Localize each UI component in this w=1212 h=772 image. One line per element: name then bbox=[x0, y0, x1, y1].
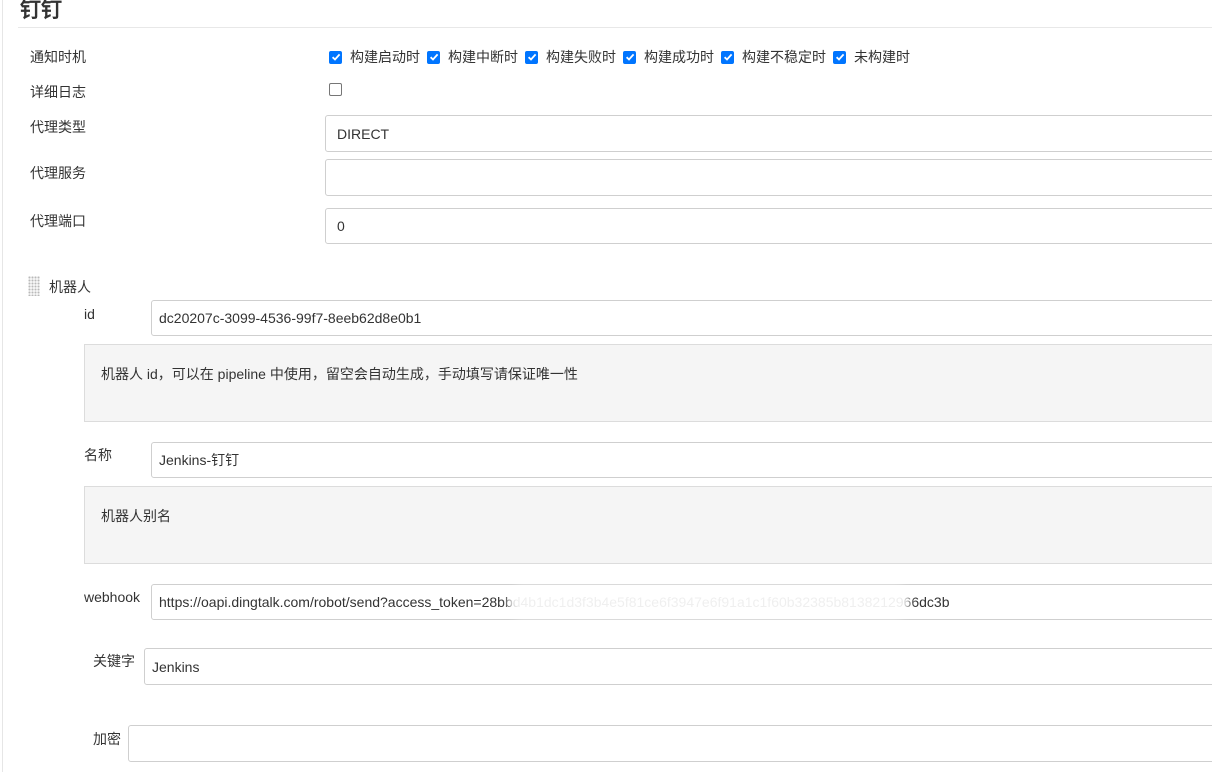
proxy-server-input[interactable] bbox=[325, 159, 1212, 196]
proxy-port-value: 0 bbox=[337, 218, 345, 234]
notify-option-build-start[interactable]: 构建启动时 bbox=[329, 47, 420, 67]
notify-option-build-failed[interactable]: 构建失败时 bbox=[525, 47, 616, 67]
proxy-type-select[interactable]: DIRECT bbox=[325, 115, 1212, 152]
robot-id-input[interactable]: dc20207c-3099-4536-99f7-8eeb62d8e0b1 bbox=[151, 300, 1212, 336]
robot-name-help-text: 机器人别名 bbox=[101, 508, 171, 524]
notify-option-build-aborted[interactable]: 构建中断时 bbox=[427, 47, 518, 67]
checkbox-label: 构建不稳定时 bbox=[742, 49, 826, 65]
webhook-label: webhook bbox=[84, 589, 141, 605]
checkbox-build-start[interactable] bbox=[329, 50, 342, 64]
drag-handle-icon[interactable] bbox=[28, 276, 40, 296]
notify-timing-options: 构建启动时 构建中断时 构建失败时 构建成功时 构建不稳定时 未构建时 bbox=[329, 47, 917, 67]
robot-heading: 机器人 bbox=[49, 279, 91, 295]
checkmark-icon bbox=[835, 53, 844, 61]
checkmark-icon bbox=[723, 53, 732, 61]
checkbox-label: 未构建时 bbox=[854, 49, 910, 65]
checkbox-build-failed[interactable] bbox=[525, 50, 538, 64]
robot-id-label: id bbox=[84, 306, 95, 322]
verbose-log-checkbox[interactable] bbox=[329, 83, 342, 96]
keyword-value: Jenkins bbox=[152, 658, 200, 675]
proxy-type-value: DIRECT bbox=[337, 125, 390, 142]
checkbox-label: 构建失败时 bbox=[546, 49, 616, 65]
robot-name-value: Jenkins-钉钉 bbox=[159, 452, 240, 468]
notify-option-not-built[interactable]: 未构建时 bbox=[833, 47, 910, 67]
checkmark-icon bbox=[527, 53, 536, 61]
proxy-type-label: 代理类型 bbox=[30, 119, 86, 135]
checkbox-not-built[interactable] bbox=[833, 50, 846, 64]
notify-option-build-unstable[interactable]: 构建不稳定时 bbox=[721, 47, 826, 67]
secret-input[interactable] bbox=[128, 725, 1212, 762]
title-divider bbox=[18, 27, 1212, 28]
secret-label: 加密 bbox=[93, 731, 121, 747]
robot-name-input[interactable]: Jenkins-钉钉 bbox=[151, 442, 1212, 478]
checkbox-label: 构建中断时 bbox=[448, 49, 518, 65]
keyword-input[interactable]: Jenkins bbox=[144, 648, 1212, 685]
dingtalk-config-page: 钉钉 通知时机 构建启动时 构建中断时 构建失败时 构建成功时 构建不稳定时 未… bbox=[0, 0, 1212, 772]
notify-timing-label: 通知时机 bbox=[30, 49, 86, 65]
verbose-log-label: 详细日志 bbox=[30, 84, 86, 100]
left-divider bbox=[2, 0, 3, 772]
checkmark-icon bbox=[429, 53, 438, 61]
checkbox-build-success[interactable] bbox=[623, 50, 636, 64]
checkbox-build-unstable[interactable] bbox=[721, 50, 734, 64]
checkmark-icon bbox=[625, 53, 634, 61]
robot-id-help-text: 机器人 id，可以在 pipeline 中使用，留空会自动生成，手动填写请保证唯… bbox=[101, 366, 578, 382]
robot-name-label: 名称 bbox=[84, 447, 112, 463]
checkbox-label: 构建成功时 bbox=[644, 49, 714, 65]
robot-id-help: 机器人 id，可以在 pipeline 中使用，留空会自动生成，手动填写请保证唯… bbox=[84, 344, 1212, 422]
robot-name-help: 机器人别名 bbox=[84, 486, 1212, 564]
redaction-blur bbox=[508, 587, 910, 617]
checkbox-label: 构建启动时 bbox=[350, 49, 420, 65]
section-title: 钉钉 bbox=[20, 0, 62, 22]
robot-id-value: dc20207c-3099-4536-99f7-8eeb62d8e0b1 bbox=[159, 310, 422, 326]
checkbox-build-aborted[interactable] bbox=[427, 50, 440, 64]
proxy-port-label: 代理端口 bbox=[30, 213, 86, 229]
notify-option-build-success[interactable]: 构建成功时 bbox=[623, 47, 714, 67]
checkmark-icon bbox=[331, 53, 340, 61]
keyword-label: 关键字 bbox=[93, 653, 135, 669]
proxy-port-input[interactable]: 0 bbox=[325, 208, 1212, 244]
proxy-server-label: 代理服务 bbox=[30, 165, 86, 181]
